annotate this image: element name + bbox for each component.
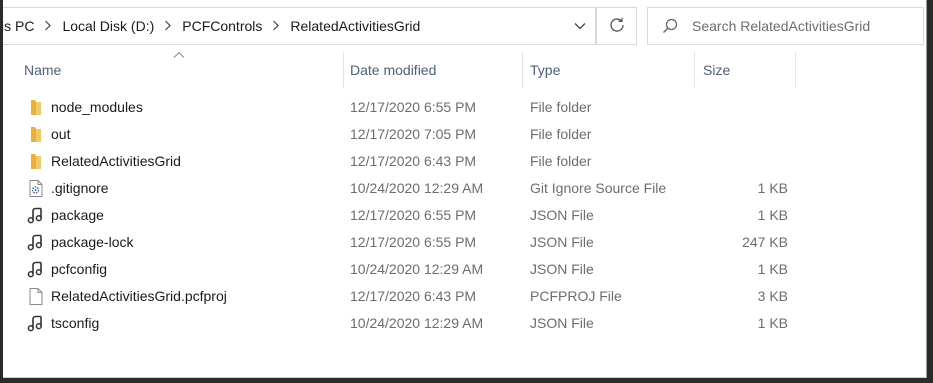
column-header-date-label: Date modified: [350, 62, 437, 78]
column-divider[interactable]: [343, 52, 344, 88]
chevron-right-icon[interactable]: [156, 19, 180, 34]
list-item[interactable]: pcfconfig 10/24/2020 12:29 AM JSON File …: [17, 256, 797, 283]
file-size: 1 KB: [757, 207, 788, 223]
list-item[interactable]: RelatedActivitiesGrid 12/17/2020 6:43 PM…: [17, 148, 797, 175]
breadcrumb-this-pc[interactable]: is PC: [3, 18, 36, 34]
file-date: 12/17/2020 6:43 PM: [350, 153, 477, 169]
file-date: 12/17/2020 6:43 PM: [350, 288, 477, 304]
file-name: node_modules: [51, 99, 143, 115]
file-type: Git Ignore Source File: [530, 180, 667, 196]
breadcrumb-pcfcontrols[interactable]: PCFControls: [180, 18, 264, 34]
file-type: File folder: [530, 99, 592, 115]
chevron-down-icon[interactable]: [565, 8, 595, 44]
file-date: 10/24/2020 12:29 AM: [350, 315, 484, 331]
file-date: 12/17/2020 6:55 PM: [350, 207, 477, 223]
column-header-type[interactable]: Type: [530, 52, 690, 88]
file-name: out: [51, 126, 71, 142]
refresh-button[interactable]: [596, 7, 637, 45]
file-type: File folder: [530, 153, 592, 169]
folder-icon: [27, 153, 45, 170]
file-size: 1 KB: [757, 315, 788, 331]
json-file-icon: [27, 261, 45, 278]
json-file-icon: [27, 207, 45, 224]
file-date: 12/17/2020 6:55 PM: [350, 234, 477, 250]
search-icon: [648, 8, 692, 44]
column-divider[interactable]: [795, 52, 796, 88]
search-box[interactable]: [647, 7, 924, 45]
column-header-name-label: Name: [24, 62, 62, 78]
address-row: is PC Local Disk (D:) PCFControls Relate…: [3, 0, 926, 52]
list-item[interactable]: out 12/17/2020 7:05 PM File folder: [17, 121, 797, 148]
column-header-size[interactable]: Size: [703, 52, 793, 88]
file-type: PCFPROJ File: [530, 288, 622, 304]
file-name: tsconfig: [51, 315, 100, 331]
chevron-right-icon[interactable]: [36, 19, 60, 34]
blank-file-icon: [27, 288, 45, 305]
list-item[interactable]: node_modules 12/17/2020 6:55 PM File fol…: [17, 94, 797, 121]
breadcrumb-local-disk[interactable]: Local Disk (D:): [60, 18, 156, 34]
column-header-name[interactable]: Name: [24, 52, 339, 88]
search-input[interactable]: [692, 18, 912, 34]
json-file-icon: [27, 234, 45, 251]
breadcrumb-current-folder[interactable]: RelatedActivitiesGrid: [288, 18, 422, 34]
list-item[interactable]: tsconfig 10/24/2020 12:29 AM JSON File 1…: [17, 310, 797, 337]
file-type: JSON File: [530, 315, 594, 331]
list-item[interactable]: package 12/17/2020 6:55 PM JSON File 1 K…: [17, 202, 797, 229]
file-type: JSON File: [530, 207, 594, 223]
window-bottom-border: [3, 377, 926, 378]
breadcrumb[interactable]: is PC Local Disk (D:) PCFControls Relate…: [3, 7, 596, 45]
file-name: .gitignore: [51, 180, 109, 196]
file-size: 247 KB: [742, 234, 788, 250]
file-date: 12/17/2020 7:05 PM: [350, 126, 477, 142]
file-name: RelatedActivitiesGrid: [51, 153, 181, 169]
file-type: JSON File: [530, 234, 594, 250]
file-name: pcfconfig: [51, 261, 108, 277]
column-divider[interactable]: [694, 52, 695, 88]
folder-icon: [27, 126, 45, 143]
list-item[interactable]: .gitignore 10/24/2020 12:29 AM Git Ignor…: [17, 175, 797, 202]
json-file-icon: [27, 315, 45, 332]
file-size: 3 KB: [757, 288, 788, 304]
refresh-icon: [609, 17, 625, 36]
file-date: 12/17/2020 6:55 PM: [350, 99, 477, 115]
file-size: 1 KB: [757, 180, 788, 196]
file-size: 1 KB: [757, 261, 788, 277]
file-type: JSON File: [530, 261, 594, 277]
file-type: File folder: [530, 126, 592, 142]
list-item[interactable]: RelatedActivitiesGrid.pcfproj 12/17/2020…: [17, 283, 797, 310]
folder-icon: [27, 99, 45, 116]
column-header-date-modified[interactable]: Date modified: [350, 52, 520, 88]
settings-file-icon: [27, 180, 45, 197]
file-date: 10/24/2020 12:29 AM: [350, 180, 484, 196]
file-date: 10/24/2020 12:29 AM: [350, 261, 484, 277]
file-explorer-window: is PC Local Disk (D:) PCFControls Relate…: [3, 0, 927, 378]
chevron-right-icon[interactable]: [264, 19, 288, 34]
file-name: RelatedActivitiesGrid.pcfproj: [51, 288, 227, 304]
column-header-type-label: Type: [530, 62, 561, 78]
column-divider[interactable]: [522, 52, 523, 88]
list-item[interactable]: package-lock 12/17/2020 6:55 PM JSON Fil…: [17, 229, 797, 256]
column-header-size-label: Size: [703, 62, 731, 78]
file-name: package-lock: [51, 234, 134, 250]
file-name: package: [51, 207, 104, 223]
